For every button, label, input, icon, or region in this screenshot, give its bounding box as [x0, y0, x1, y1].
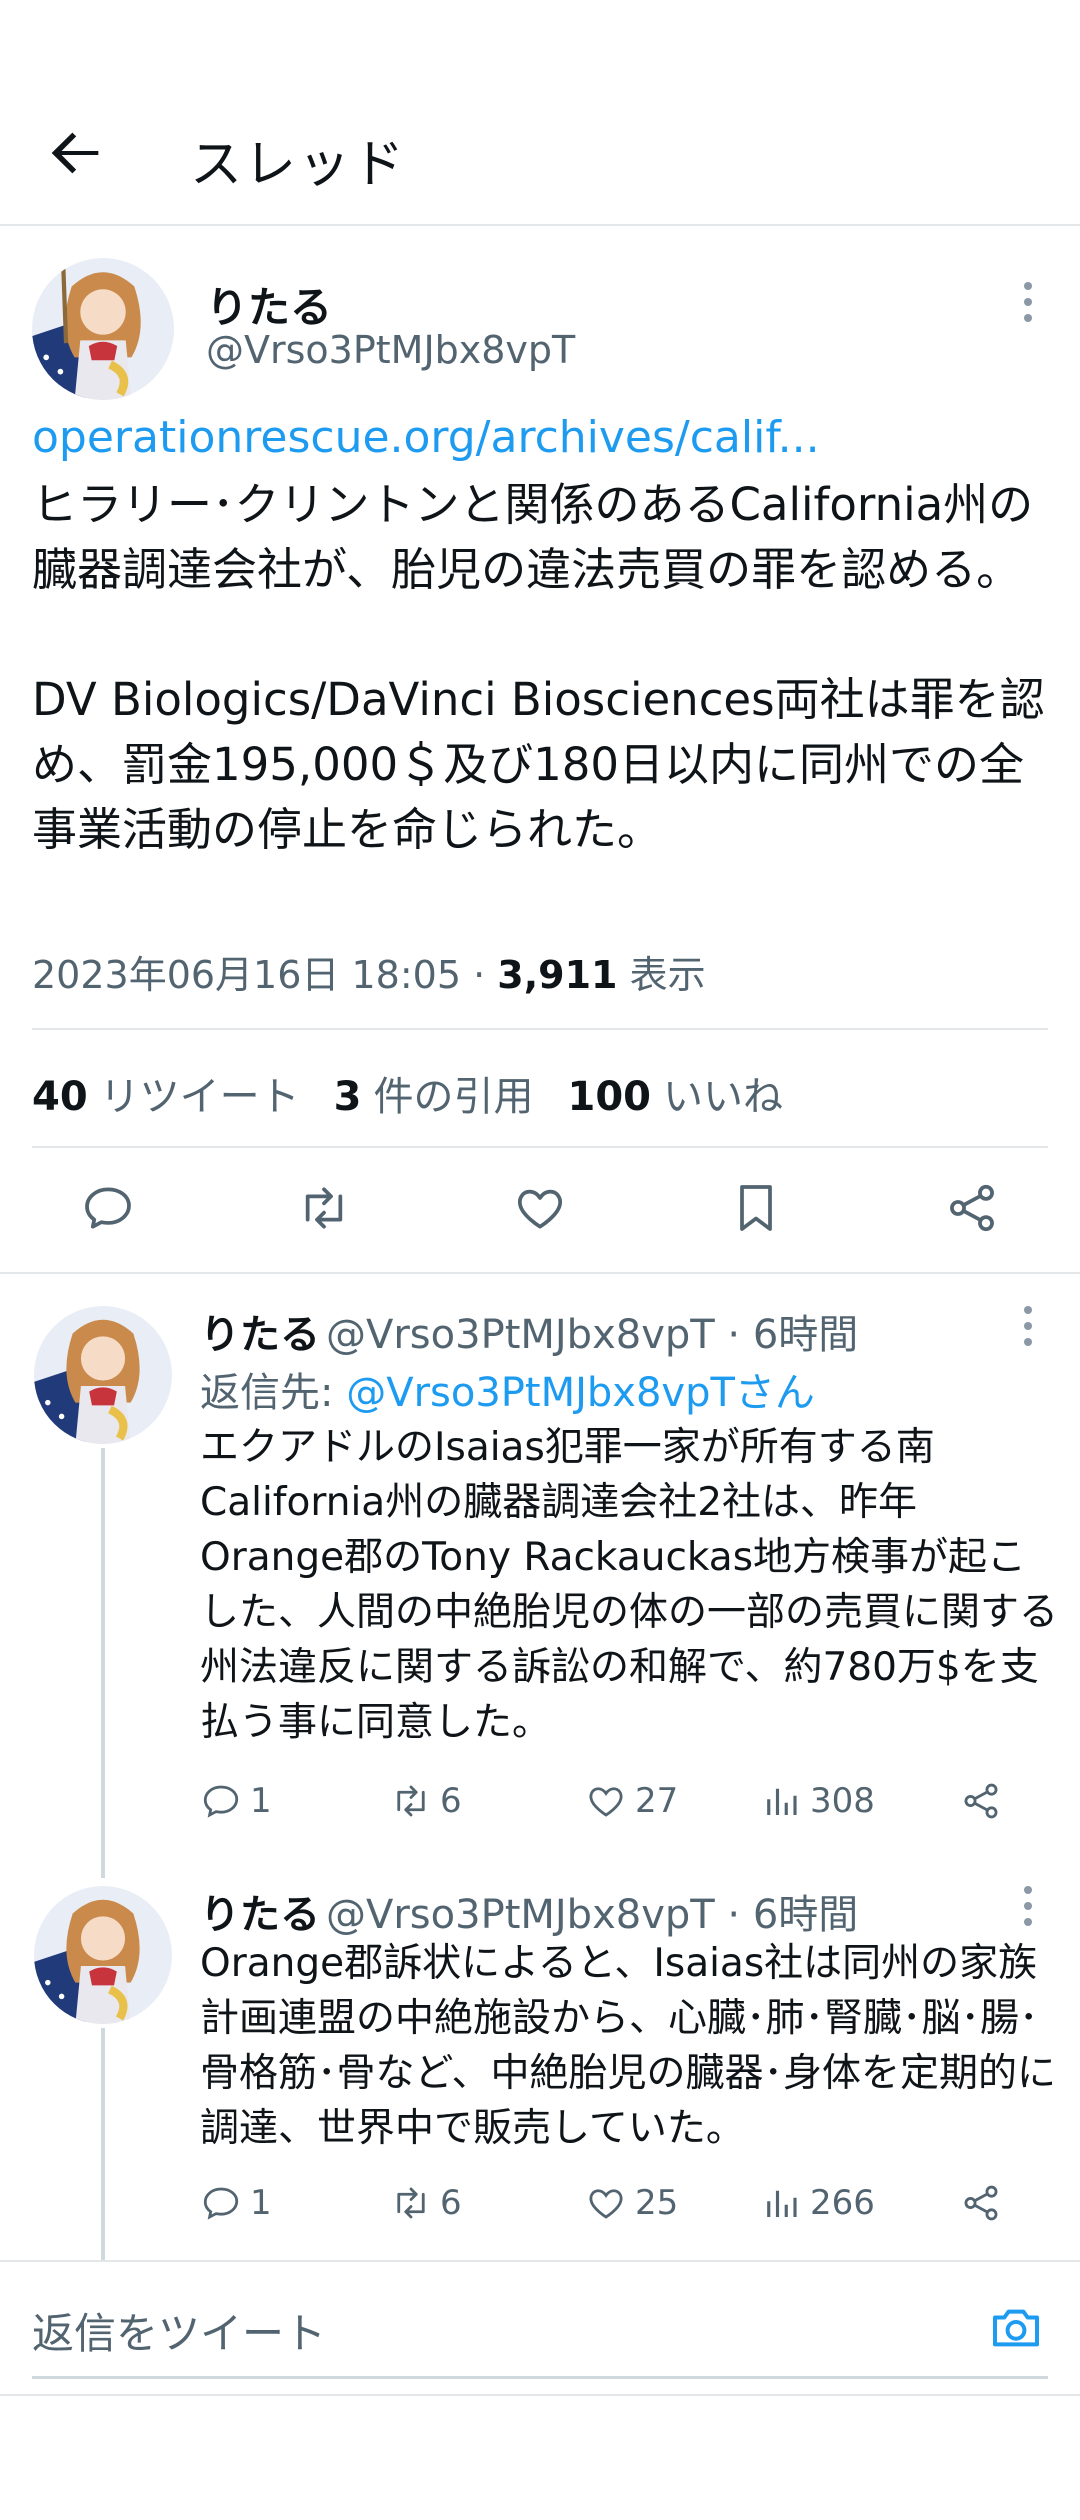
retweet-count-value: 6: [440, 2183, 462, 2223]
retweet-count-value: 6: [440, 1781, 462, 1821]
tweet-link[interactable]: operationrescue.org/archives/calif...: [32, 412, 820, 463]
retweet-count[interactable]: 6: [390, 1780, 585, 1822]
divider: [32, 1028, 1048, 1030]
likes-count: 100: [567, 1074, 652, 1120]
divider: [32, 1146, 1048, 1148]
reply-header: りたる @Vrso3PtMJbx8vpT · 6時間: [200, 1302, 858, 1360]
like-count-value: 27: [635, 1781, 679, 1821]
share-icon: [964, 2185, 998, 2221]
author-name[interactable]: りたる: [206, 274, 332, 335]
like-icon: [589, 2189, 623, 2219]
camera-icon[interactable]: [988, 2300, 1044, 2356]
likes-stat[interactable]: 100 いいね: [568, 1064, 784, 1122]
like-icon[interactable]: [512, 1180, 568, 1236]
thread-line: [101, 1448, 105, 1878]
author-name[interactable]: りたる: [200, 1892, 320, 1938]
reply-input[interactable]: 返信をツイート: [32, 2300, 326, 2361]
replying-to: 返信先: @Vrso3PtMJbx8vpTさん: [200, 1360, 815, 1418]
bookmark-icon[interactable]: [728, 1180, 784, 1236]
section-divider: [0, 1272, 1080, 1274]
reply-time[interactable]: 6時間: [753, 1892, 858, 1938]
reply-icon: [203, 1785, 239, 1818]
view-count[interactable]: 308: [760, 1780, 960, 1822]
tweet-stats: 40 リツイート 3 件の引用 100 いいね: [32, 1064, 783, 1122]
quotes-count: 3: [333, 1074, 362, 1120]
back-arrow-icon[interactable]: [40, 118, 110, 188]
reply-time[interactable]: 6時間: [753, 1312, 858, 1358]
reply-count[interactable]: 1: [200, 2182, 390, 2224]
thread-line: [101, 2028, 105, 2260]
view-count-value: 308: [810, 1781, 875, 1821]
retweet-icon[interactable]: [296, 1180, 352, 1236]
retweet-count[interactable]: 6: [390, 2182, 585, 2224]
more-options-icon[interactable]: [1020, 1302, 1036, 1350]
tweet-timestamp[interactable]: 2023年06月16日 18:05: [32, 953, 461, 997]
share-button[interactable]: [960, 1780, 1002, 1822]
tweet-meta: 2023年06月16日 18:05 · 3,911 表示: [32, 944, 706, 999]
page-title: スレッド: [190, 135, 407, 195]
tweet-text: ヒラリー･クリントンと関係のあるCalifornia州の臓器調達会社が、胎児の違…: [32, 478, 1045, 856]
reply-actions: 1 6 25 266: [200, 2178, 1020, 2228]
avatar[interactable]: [32, 258, 174, 400]
reply-icon: [203, 2187, 239, 2220]
like-count-value: 25: [635, 2183, 679, 2223]
view-count[interactable]: 266: [760, 2182, 960, 2224]
likes-label: いいね: [663, 1074, 784, 1120]
composer-divider: [0, 2260, 1080, 2262]
retweets-label: リツイート: [99, 1074, 300, 1120]
footer-divider: [0, 2394, 1080, 2396]
reply-to-label: 返信先:: [200, 1370, 347, 1416]
retweets-count: 40: [32, 1074, 88, 1120]
like-count[interactable]: 25: [585, 2182, 760, 2224]
reply-text: エクアドルのIsaias犯罪一家が所有する南California州の臓器調達会社…: [200, 1425, 1059, 1745]
reply-count[interactable]: 1: [200, 1780, 390, 1822]
reply-count-value: 1: [250, 2183, 272, 2223]
reply-header: りたる @Vrso3PtMJbx8vpT · 6時間: [200, 1882, 858, 1940]
retweet-icon: [397, 2187, 425, 2219]
share-button[interactable]: [960, 2182, 1002, 2224]
meta-separator: ·: [461, 953, 498, 997]
view-count-value: 266: [810, 2183, 875, 2223]
author-handle[interactable]: @Vrso3PtMJbx8vpT: [326, 1312, 715, 1358]
retweets-stat[interactable]: 40 リツイート: [32, 1064, 300, 1122]
reply-to-handle[interactable]: @Vrso3PtMJbx8vpTさん: [346, 1370, 815, 1416]
more-options-icon[interactable]: [1020, 278, 1036, 326]
view-count: 3,911: [497, 953, 618, 997]
like-icon: [589, 1787, 623, 1817]
reply-actions: 1 6 27 308: [200, 1776, 1020, 1826]
author-handle[interactable]: @Vrso3PtMJbx8vpT: [326, 1892, 715, 1938]
like-count[interactable]: 27: [585, 1780, 760, 1822]
reply-text: Orange郡訴状によると、Isaias社は同州の家族計画連盟の中絶施設から、心…: [200, 1941, 1057, 2151]
more-options-icon[interactable]: [1020, 1882, 1036, 1930]
input-underline: [32, 2376, 1048, 2379]
meta-separator: ·: [714, 1892, 753, 1938]
share-icon: [964, 1783, 998, 1819]
author-name[interactable]: りたる: [200, 1312, 320, 1358]
author-handle[interactable]: @Vrso3PtMJbx8vpT: [206, 328, 575, 372]
header-divider: [0, 224, 1080, 226]
avatar[interactable]: [34, 1306, 172, 1444]
view-label: 表示: [629, 953, 706, 997]
quotes-stat[interactable]: 3 件の引用: [334, 1064, 534, 1122]
reply-count-value: 1: [250, 1781, 272, 1821]
share-icon[interactable]: [944, 1180, 1000, 1236]
analytics-icon: [767, 1788, 797, 1815]
quotes-label: 件の引用: [373, 1074, 534, 1120]
analytics-icon: [767, 2190, 797, 2217]
avatar[interactable]: [34, 1886, 172, 2024]
reply-icon[interactable]: [80, 1180, 136, 1236]
meta-separator: ·: [714, 1312, 753, 1358]
retweet-icon: [397, 1785, 425, 1817]
